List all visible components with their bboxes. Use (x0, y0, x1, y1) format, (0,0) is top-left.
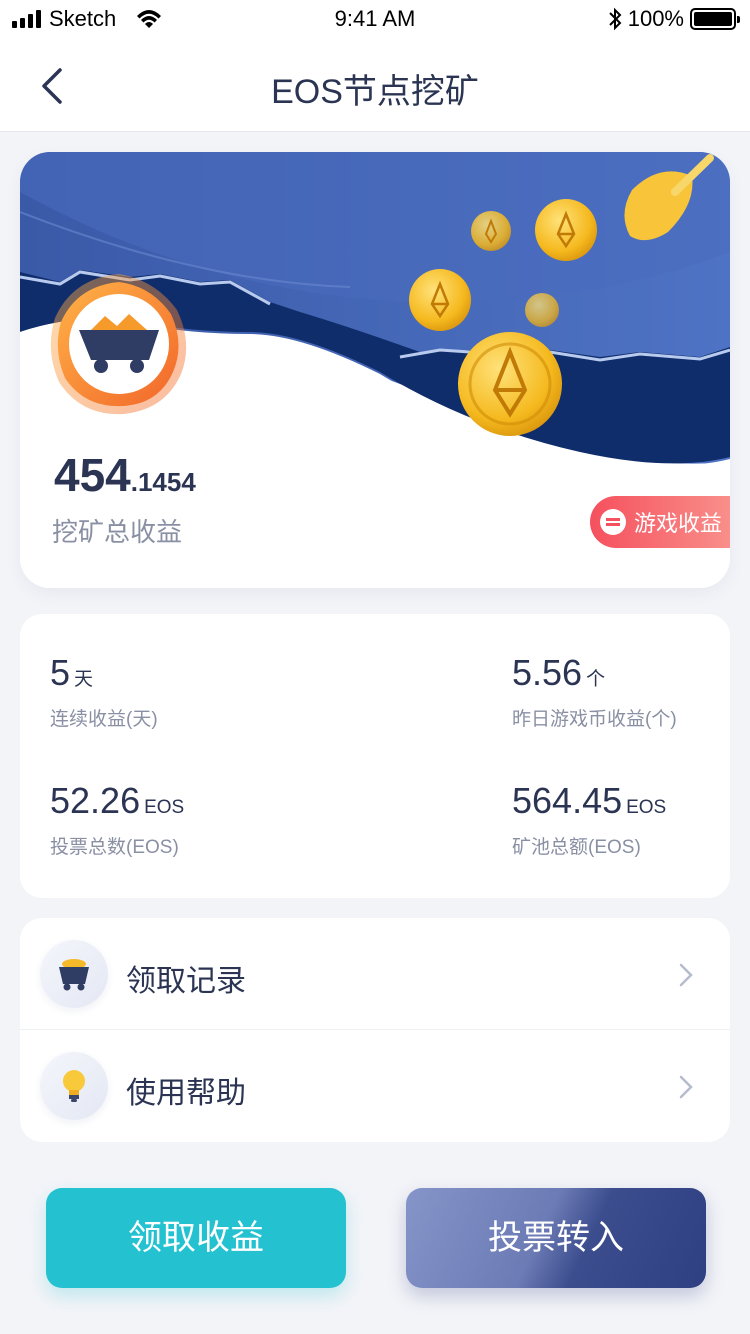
stat-yesterday-game-coins: 5.56 个 昨日游戏币收益(个) (512, 652, 677, 731)
bluetooth-icon (609, 7, 622, 31)
battery-icon (690, 8, 740, 30)
menu-label: 使用帮助 (126, 1077, 246, 1110)
stat-label: 连续收益(天) (50, 709, 158, 730)
stat-unit: 个 (586, 669, 606, 690)
battery-percent: 100% (627, 6, 684, 31)
mine-cart-badge-icon (50, 274, 187, 415)
stat-unit: EOS (626, 797, 667, 818)
stat-value: 5 (50, 652, 71, 693)
stat-streak-days: 5天 连续收益(天) (50, 652, 158, 731)
game-income-button[interactable]: 游戏收益 (590, 496, 730, 548)
mining-summary-card: 454.1454 挖矿总收益 游戏收益 (20, 152, 730, 588)
stat-total-votes: 52.26 EOS 投票总数(EOS) (50, 780, 184, 859)
menu-item-help[interactable]: 使用帮助 (20, 1030, 730, 1142)
stat-label: 投票总数(EOS) (50, 837, 179, 858)
total-income-label: 挖矿总收益 (52, 517, 183, 547)
vote-transfer-button[interactable]: 投票转入 (406, 1188, 706, 1288)
mine-cart-icon (40, 940, 108, 1008)
stat-unit: 天 (74, 669, 94, 690)
total-income-integer: 454 (54, 449, 131, 501)
menu-item-claim-records[interactable]: 领取记录 (20, 918, 730, 1030)
stat-value: 564.45 (512, 780, 623, 821)
stat-label: 昨日游戏币收益(个) (512, 709, 677, 730)
chevron-right-icon (679, 963, 693, 987)
stats-card: 5天 连续收益(天) 5.56 个 昨日游戏币收益(个) 52.26 EOS 投票总… (20, 614, 730, 898)
game-income-label: 游戏收益 (634, 511, 723, 536)
stat-value: 52.26 (50, 780, 141, 821)
claim-income-button[interactable]: 领取收益 (46, 1188, 346, 1288)
page-title: EOS节点挖矿 (271, 73, 479, 111)
menu-list: 领取记录 使用帮助 (20, 918, 730, 1142)
exchange-icon (600, 509, 626, 535)
total-mining-income: 454.1454 (54, 448, 196, 502)
stat-value: 5.56 (512, 652, 583, 693)
stat-label: 矿池总额(EOS) (512, 837, 641, 858)
chevron-right-icon (679, 1075, 693, 1099)
lightbulb-icon (40, 1052, 108, 1120)
total-income-decimal: .1454 (130, 467, 196, 497)
stat-unit: EOS (144, 797, 185, 818)
status-right: 100% (608, 6, 740, 32)
navigation-bar: EOS节点挖矿 (0, 40, 750, 132)
stat-pool-total: 564.45 EOS 矿池总额(EOS) (512, 780, 666, 859)
status-bar: Sketch 9:41 AM 100% (0, 0, 750, 40)
menu-label: 领取记录 (126, 965, 246, 998)
